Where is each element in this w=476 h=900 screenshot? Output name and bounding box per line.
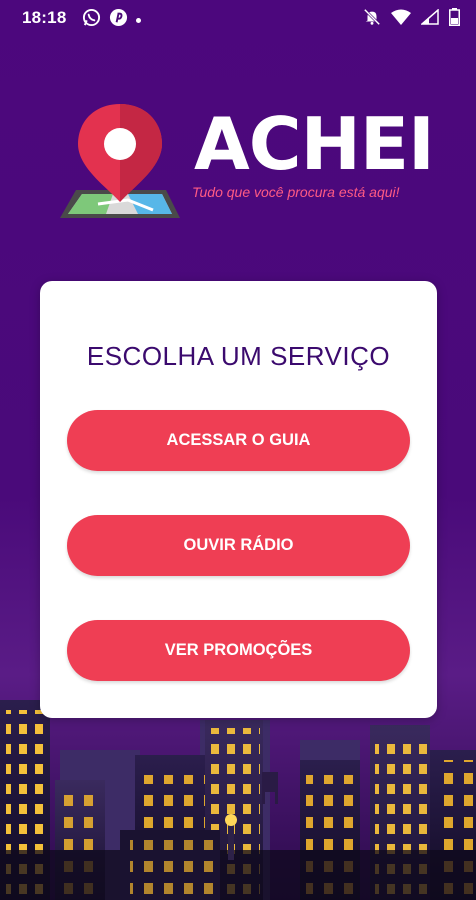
app-logo: ACHEI Tudo que você procura está aqui! — [58, 100, 435, 230]
status-bar: 18:18 — [0, 0, 476, 36]
brand-name: ACHEI — [194, 102, 435, 186]
battery-icon — [449, 8, 460, 31]
service-card: ESCOLHA UM SERVIÇO ACESSAR O GUIA OUVIR … — [40, 281, 437, 718]
whatsapp-icon — [82, 8, 101, 32]
pinterest-icon — [109, 8, 128, 32]
app-screen: 18:18 ACHEI Tudo que você procura está a… — [0, 0, 476, 900]
listen-radio-button[interactable]: OUVIR RÁDIO — [67, 515, 410, 576]
wifi-icon — [391, 9, 411, 30]
brand-tagline: Tudo que você procura está aqui! — [192, 184, 400, 200]
status-time: 18:18 — [22, 8, 67, 27]
view-promotions-button[interactable]: VER PROMOÇÕES — [67, 620, 410, 681]
card-title: ESCOLHA UM SERVIÇO — [86, 341, 391, 371]
status-system-icons — [363, 8, 460, 31]
notification-dot — [136, 17, 141, 23]
muted-bell-icon — [363, 8, 381, 31]
access-guide-button[interactable]: ACESSAR O GUIA — [67, 410, 410, 471]
signal-icon — [420, 8, 439, 30]
status-notification-icons — [82, 8, 141, 32]
